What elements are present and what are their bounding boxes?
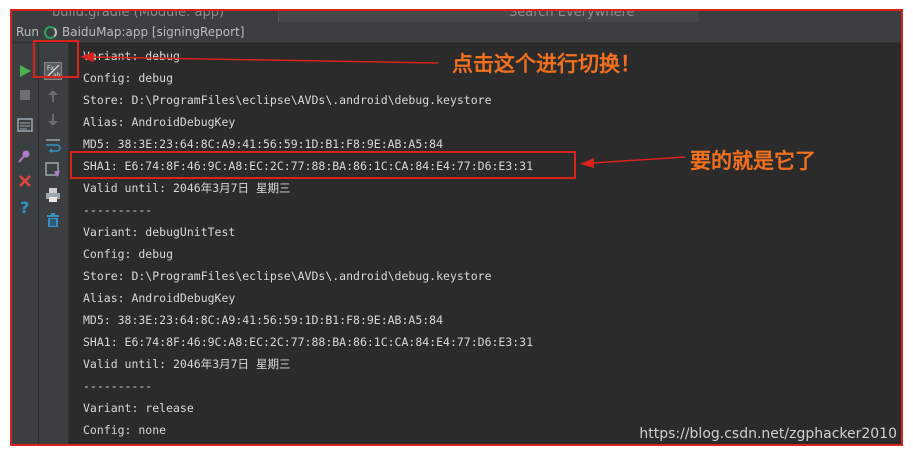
run-label: Run xyxy=(16,25,40,39)
console-line: Alias: AndroidDebugKey xyxy=(83,115,236,129)
toggle-view-icon[interactable]: Fx ab xyxy=(44,62,62,80)
toggle-annotation: 点击这个进行切换！ xyxy=(452,51,641,76)
soft-wrap-icon[interactable] xyxy=(44,136,62,154)
left-toolbar: ? xyxy=(12,43,39,444)
console-line: Config: debug xyxy=(83,247,174,261)
console-line: ---------- xyxy=(83,379,153,393)
svg-text:Fx: Fx xyxy=(47,65,54,72)
console-line: Variant: debugUnitTest xyxy=(83,225,236,239)
trash-icon[interactable] xyxy=(44,211,62,229)
help-icon[interactable]: ? xyxy=(16,198,34,216)
scroll-down-icon[interactable] xyxy=(44,111,62,129)
layout-icon[interactable] xyxy=(16,116,34,134)
console-line: Variant: debug xyxy=(83,49,180,63)
console-line: SHA1: E6:74:8F:46:9C:A8:EC:2C:77:88:BA:8… xyxy=(83,335,534,349)
svg-text:ab: ab xyxy=(53,72,61,79)
run-config-label[interactable]: BaiduMap:app [signingReport] xyxy=(62,22,244,42)
console-line: ---------- xyxy=(83,203,153,217)
console-line: Config: none xyxy=(83,423,167,437)
sha1-annotation: 要的就是它了 xyxy=(690,148,816,173)
console-line: Valid until: 2046年3月7日 星期三 xyxy=(83,357,291,371)
run-toolbar-title: Run BaiduMap:app [signingReport] xyxy=(12,22,901,43)
sha1-line: SHA1: E6:74:8F:46:9C:A8:EC:2C:77:88:BA:8… xyxy=(83,159,534,173)
console-line: Config: debug xyxy=(83,71,174,85)
console-line: Valid until: 2046年3月7日 星期三 xyxy=(83,181,291,195)
top-strip: build.gradle (Module: app) Search Everyw… xyxy=(12,11,901,22)
watermark: https://blog.csdn.net/zgphacker2010 xyxy=(639,426,897,442)
right-toolbar: Fx ab xyxy=(39,43,69,444)
console-output[interactable]: Variant: debug Config: debug Store: D:\P… xyxy=(69,43,901,444)
file-tab[interactable]: build.gradle (Module: app) xyxy=(52,11,224,20)
print-icon[interactable] xyxy=(44,186,62,204)
search-everywhere: Search Everywhere xyxy=(509,11,635,20)
console-line: Store: D:\ProgramFiles\eclipse\AVDs\.and… xyxy=(83,269,492,283)
stop-icon[interactable] xyxy=(16,86,34,104)
console-line: MD5: 38:3E:23:64:8C:A9:41:56:59:1D:B1:F8… xyxy=(83,137,444,151)
scroll-up-icon[interactable] xyxy=(44,87,62,105)
scroll-to-end-icon[interactable] xyxy=(44,161,62,179)
search-everywhere-box[interactable]: Search Everywhere xyxy=(278,11,699,22)
console-line: Variant: release xyxy=(83,401,194,415)
svg-text:?: ? xyxy=(20,199,29,215)
pin-icon[interactable] xyxy=(16,147,34,165)
close-icon[interactable] xyxy=(16,172,34,190)
console-line: Store: D:\ProgramFiles\eclipse\AVDs\.and… xyxy=(83,93,492,107)
console-line: MD5: 38:3E:23:64:8C:A9:41:56:59:1D:B1:F8… xyxy=(83,313,444,327)
run-icon[interactable] xyxy=(16,62,34,80)
loading-spinner-icon xyxy=(44,26,57,39)
console-line: Alias: AndroidDebugKey xyxy=(83,291,236,305)
